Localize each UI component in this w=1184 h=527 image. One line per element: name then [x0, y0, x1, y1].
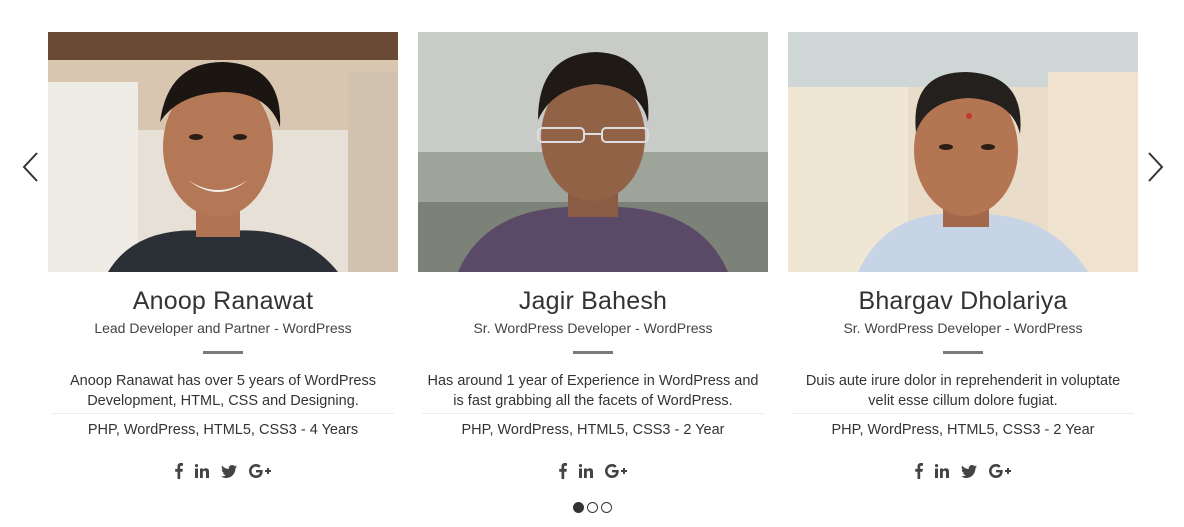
member-bio: Anoop Ranawat has over 5 years of WordPr… — [52, 371, 394, 414]
linkedin-icon — [935, 464, 949, 478]
pagination-dot-1[interactable] — [572, 502, 584, 513]
social-links — [788, 461, 1138, 481]
linkedin-link[interactable] — [195, 461, 209, 481]
team-carousel: Anoop Ranawat Lead Developer and Partner… — [0, 0, 1184, 527]
twitter-icon — [961, 464, 977, 478]
linkedin-icon — [579, 464, 593, 478]
team-member-card: Anoop Ranawat Lead Developer and Partner… — [48, 32, 398, 492]
facebook-link[interactable] — [915, 461, 923, 481]
member-name: Anoop Ranawat — [132, 287, 314, 315]
facebook-link[interactable] — [559, 461, 567, 481]
twitter-link[interactable] — [961, 461, 977, 481]
member-skills: PHP, WordPress, HTML5, CSS3 - 4 Years — [87, 422, 359, 438]
member-photo — [48, 32, 398, 272]
member-photo — [788, 32, 1138, 272]
google-plus-link[interactable] — [249, 461, 271, 481]
facebook-icon — [915, 463, 923, 479]
divider — [203, 351, 243, 354]
member-skills: PHP, WordPress, HTML5, CSS3 - 2 Year — [831, 422, 1095, 438]
twitter-link[interactable] — [221, 461, 237, 481]
google-plus-icon — [989, 464, 1011, 478]
member-photo — [418, 32, 768, 272]
linkedin-link[interactable] — [579, 461, 593, 481]
member-bio: Duis aute irure dolor in reprehenderit i… — [792, 371, 1134, 414]
carousel-prev-button[interactable] — [19, 150, 43, 184]
pagination-dot-3[interactable] — [600, 502, 612, 513]
team-member-card: Jagir Bahesh Sr. WordPress Developer - W… — [418, 32, 768, 492]
carousel-pagination — [0, 502, 1184, 513]
member-bio: Has around 1 year of Experience in WordP… — [422, 371, 764, 414]
member-role: Sr. WordPress Developer - WordPress — [843, 320, 1083, 336]
divider — [943, 351, 983, 354]
team-member-card: Bhargav Dholariya Sr. WordPress Develope… — [788, 32, 1138, 492]
google-plus-link[interactable] — [605, 461, 627, 481]
member-role: Lead Developer and Partner - WordPress — [94, 320, 352, 336]
member-name: Jagir Bahesh — [518, 287, 668, 315]
chevron-left-icon — [22, 152, 38, 182]
google-plus-link[interactable] — [989, 461, 1011, 481]
twitter-icon — [221, 464, 237, 478]
social-links — [48, 461, 398, 481]
pagination-dot-2[interactable] — [586, 502, 598, 513]
google-plus-icon — [605, 464, 627, 478]
linkedin-icon — [195, 464, 209, 478]
chevron-right-icon — [1148, 152, 1164, 182]
facebook-icon — [175, 463, 183, 479]
member-name: Bhargav Dholariya — [858, 287, 1068, 315]
social-links — [418, 461, 768, 481]
divider — [573, 351, 613, 354]
member-role: Sr. WordPress Developer - WordPress — [473, 320, 713, 336]
facebook-link[interactable] — [175, 461, 183, 481]
facebook-icon — [559, 463, 567, 479]
carousel-next-button[interactable] — [1143, 150, 1167, 184]
google-plus-icon — [249, 464, 271, 478]
member-skills: PHP, WordPress, HTML5, CSS3 - 2 Year — [461, 422, 725, 438]
linkedin-link[interactable] — [935, 461, 949, 481]
